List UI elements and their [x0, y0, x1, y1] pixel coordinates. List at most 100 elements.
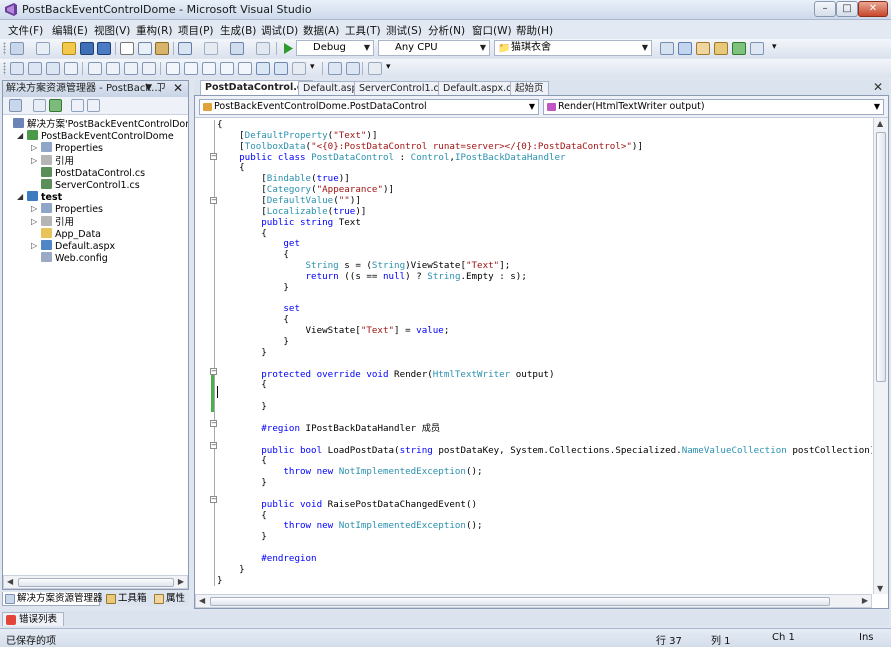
collapse-property-icon[interactable]: − — [210, 197, 217, 204]
tab-solution-explorer[interactable]: 解决方案资源管理器 — [2, 592, 103, 606]
menu-project[interactable]: 项目(P) — [178, 23, 214, 38]
menu-debug[interactable]: 调试(D) — [261, 23, 298, 38]
menu-refactor[interactable]: 重构(R) — [136, 23, 173, 38]
scrollbar-thumb[interactable] — [210, 597, 830, 606]
paste-icon[interactable] — [155, 42, 169, 55]
scroll-right-icon[interactable]: ▶ — [862, 595, 868, 607]
form-layout-icon[interactable] — [328, 62, 342, 75]
tree-item[interactable]: ▷ 引用 — [31, 215, 74, 228]
platform-select[interactable]: Any CPU ▼ — [378, 40, 490, 56]
toolbar-grip[interactable] — [3, 62, 6, 75]
cut-icon[interactable] — [120, 42, 134, 55]
tree-item[interactable]: ▷ Default.aspx — [31, 240, 115, 252]
complete-word-icon[interactable] — [64, 62, 78, 75]
member-list-icon[interactable] — [10, 62, 24, 75]
tree-item[interactable]: ◢ test — [17, 191, 62, 203]
toolbar-grip[interactable] — [3, 42, 6, 55]
pin-icon[interactable]: ㄗ — [156, 81, 166, 96]
collapse-region-icon[interactable]: − — [210, 420, 217, 427]
horizontal-scrollbar[interactable]: ◀ ▶ — [3, 575, 188, 589]
copy-icon[interactable] — [138, 42, 152, 55]
tab-properties[interactable]: 属性 — [152, 592, 188, 606]
scroll-left-icon[interactable]: ◀ — [7, 576, 13, 588]
tab-servercontrol1-cs[interactable]: ServerControl1.cs — [354, 81, 449, 95]
horizontal-scrollbar[interactable]: ◀ ▶ — [195, 594, 872, 608]
collapse-method-icon[interactable]: − — [210, 368, 217, 375]
uncomment-icon[interactable] — [142, 62, 156, 75]
toolbar-overflow-icon[interactable]: ▾ — [772, 42, 777, 52]
vertical-scrollbar[interactable]: ▲ ▼ — [873, 118, 888, 594]
tab-error-list[interactable]: 错误列表 — [2, 612, 65, 626]
scroll-right-icon[interactable]: ▶ — [178, 576, 184, 588]
menu-window[interactable]: 窗口(W) — [472, 23, 512, 38]
start-debugging-icon[interactable] — [281, 42, 295, 55]
collapse-method-icon[interactable]: − — [210, 442, 217, 449]
collapse-class-icon[interactable]: − — [210, 153, 217, 160]
menu-tools[interactable]: 工具(T) — [345, 23, 381, 38]
tree-item[interactable]: ▷ Properties — [31, 142, 103, 154]
solution-explorer-icon[interactable] — [678, 42, 692, 55]
previous-bookmark-folder-icon[interactable] — [220, 62, 234, 75]
menu-view[interactable]: 视图(V) — [94, 23, 130, 38]
expand-icon[interactable]: ▷ — [31, 155, 37, 167]
next-bookmark-folder-icon[interactable] — [238, 62, 252, 75]
quick-info-icon[interactable] — [46, 62, 60, 75]
start-page-icon[interactable] — [750, 42, 764, 55]
menu-build[interactable]: 生成(B) — [220, 23, 256, 38]
undo-icon[interactable] — [178, 42, 192, 55]
window-position-icon[interactable]: ▼ — [145, 81, 152, 96]
redo-icon[interactable] — [204, 42, 218, 55]
next-document-bookmark-icon[interactable] — [274, 62, 288, 75]
expand-icon[interactable]: ▷ — [31, 216, 37, 228]
tab-toolbox[interactable]: 工具箱 — [104, 592, 150, 606]
member-dropdown[interactable]: Render(HtmlTextWriter output) ▼ — [543, 99, 884, 115]
parameter-info-icon[interactable] — [28, 62, 42, 75]
code-area[interactable]: − − − − − − { [DefaultProperty("Text")] … — [195, 118, 872, 594]
menu-analyze[interactable]: 分析(N) — [428, 23, 465, 38]
grid-layout-icon[interactable] — [346, 62, 360, 75]
tree-item[interactable]: ▷ Properties — [31, 203, 103, 215]
menu-edit[interactable]: 编辑(E) — [52, 23, 88, 38]
maximize-button[interactable]: □ — [836, 1, 858, 17]
close-document-icon[interactable]: ✕ — [873, 80, 883, 94]
refresh-icon[interactable] — [49, 99, 62, 112]
minimize-button[interactable]: – — [814, 1, 836, 17]
type-dropdown[interactable]: PostBackEventControlDome.PostDataControl… — [199, 99, 539, 115]
tab-postdatacontrol-cs[interactable]: PostDataControl.cs — [200, 80, 314, 95]
scrollbar-thumb[interactable] — [18, 578, 174, 587]
navigate-icon[interactable] — [230, 42, 244, 55]
collapse-method-icon[interactable]: − — [210, 496, 217, 503]
close-panel-icon[interactable]: ✕ — [173, 81, 183, 96]
toolbar-overflow-icon[interactable]: ▾ — [310, 62, 315, 72]
save-icon[interactable] — [80, 42, 94, 55]
expand-icon[interactable]: ▷ — [31, 240, 37, 252]
toolbox-icon[interactable] — [714, 42, 728, 55]
scroll-down-icon[interactable]: ▼ — [877, 584, 883, 593]
open-file-icon[interactable] — [62, 42, 76, 55]
previous-document-bookmark-icon[interactable] — [256, 62, 270, 75]
indent-icon[interactable] — [106, 62, 120, 75]
menu-test[interactable]: 测试(S) — [386, 23, 422, 38]
show-all-files-icon[interactable] — [33, 99, 46, 112]
tab-start-page[interactable]: 起始页 — [510, 81, 549, 95]
scroll-left-icon[interactable]: ◀ — [199, 595, 205, 607]
close-button[interactable]: ✕ — [858, 1, 888, 17]
tree-item[interactable]: App_Data — [41, 227, 101, 240]
outdent-icon[interactable] — [88, 62, 102, 75]
next-bookmark-icon[interactable] — [202, 62, 216, 75]
tree-item[interactable]: ◢ PostBackEventControlDome — [17, 130, 174, 142]
view-code-icon[interactable] — [71, 99, 84, 112]
save-all-icon[interactable] — [97, 42, 111, 55]
add-item-icon[interactable] — [36, 42, 50, 55]
toolbar-overflow-icon[interactable]: ▾ — [386, 62, 391, 72]
scroll-up-icon[interactable]: ▲ — [877, 119, 883, 128]
tree-item[interactable]: 解决方案'PostBackEventControlDome' (2 个 — [13, 118, 188, 130]
properties-window-icon[interactable] — [696, 42, 710, 55]
menu-data[interactable]: 数据(A) — [303, 23, 339, 38]
menu-help[interactable]: 帮助(H) — [516, 23, 553, 38]
expand-icon[interactable]: ▷ — [31, 142, 37, 154]
collapse-icon[interactable]: ◢ — [17, 191, 23, 203]
tree-item[interactable]: ▷ 引用 — [31, 154, 74, 167]
tree-item[interactable]: Web.config — [41, 252, 108, 264]
new-project-icon[interactable] — [10, 42, 24, 55]
